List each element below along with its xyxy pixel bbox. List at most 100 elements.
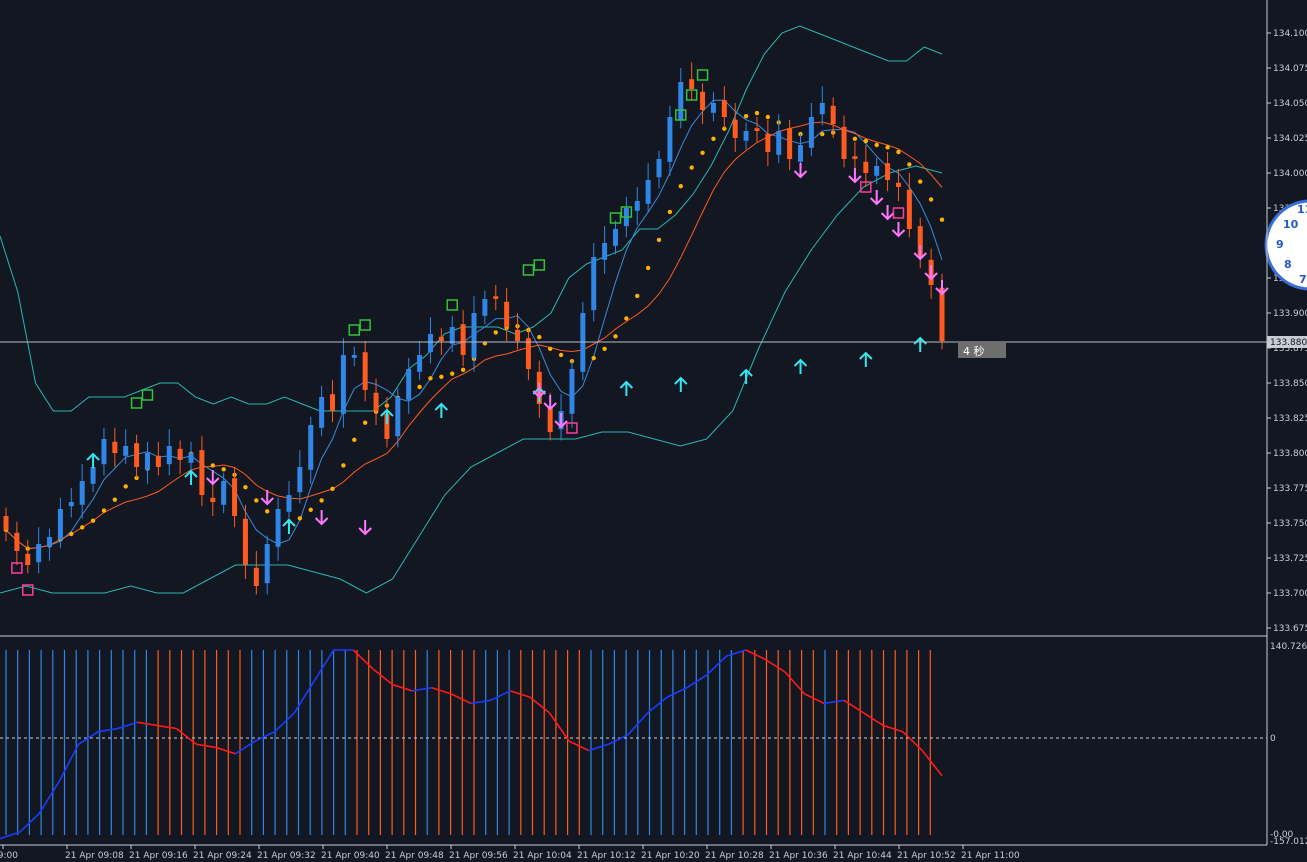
price-tick-label: 133.850 <box>1273 379 1307 389</box>
chart-background <box>0 0 1307 862</box>
candle-body <box>438 336 444 341</box>
svg-text:9: 9 <box>1276 238 1284 251</box>
ma-dot <box>656 237 662 243</box>
time-tick-label: 21 Apr 10:04 <box>513 851 572 861</box>
ma-dot <box>678 184 683 189</box>
ma-dot <box>90 518 96 523</box>
ma-dot <box>896 149 901 155</box>
ma-dot <box>537 334 542 340</box>
price-tick-label: 133.675 <box>1273 624 1307 634</box>
ma-dot <box>689 165 694 170</box>
candle-body <box>101 439 107 465</box>
candle-body <box>123 446 129 456</box>
candle-body <box>47 537 53 547</box>
ma-dot <box>613 334 618 339</box>
ma-dot <box>591 355 596 361</box>
candle-body <box>493 296 499 299</box>
candle-body <box>112 441 118 453</box>
ma-dot <box>624 316 629 321</box>
svg-text:11: 11 <box>1297 203 1307 216</box>
time-tick-label: 21 Apr 09:16 <box>129 851 188 861</box>
price-tick-label: 134.000 <box>1273 169 1307 179</box>
ma-dot <box>112 497 118 502</box>
price-tick-label: 133.775 <box>1273 484 1307 494</box>
ma-dot <box>330 486 335 491</box>
ma-dot <box>352 437 357 442</box>
ma-dot <box>700 150 705 155</box>
ma-dot <box>308 507 313 512</box>
candle-body <box>68 502 74 507</box>
candle-body <box>90 467 96 484</box>
candle-body <box>297 467 303 493</box>
ma-dot <box>743 114 749 119</box>
candle-body <box>515 329 521 341</box>
time-tick-label: 21 Apr 09:24 <box>193 851 252 861</box>
time-tick-label: 21 Apr 10:12 <box>577 851 636 861</box>
candle-body <box>144 453 150 470</box>
price-tick-label: 133.750 <box>1273 519 1307 529</box>
ma-dot <box>319 498 324 503</box>
candle-body <box>427 334 433 353</box>
ma-dot <box>450 371 455 376</box>
candle-body <box>319 397 325 428</box>
price-tick-label: 133.700 <box>1273 589 1307 599</box>
candlestick-chart[interactable]: 134.100 134.075 134.050 134.025 134.000 133.9… <box>0 0 1307 862</box>
candle-body <box>264 544 270 584</box>
ma-dot <box>69 531 74 537</box>
candle-body <box>645 180 651 204</box>
time-tick-label: 21 Apr 09:08 <box>65 851 124 861</box>
ma-dot <box>852 136 858 141</box>
ma-dot <box>417 384 422 390</box>
candle-body <box>36 544 42 563</box>
candle-body <box>732 119 738 138</box>
current-price-label: 133.880 <box>1270 338 1307 348</box>
time-tick-label: 21 Apr 09:56 <box>449 851 508 861</box>
ma-dot <box>493 330 498 335</box>
candle-body <box>787 128 793 159</box>
ma-dot <box>939 217 945 222</box>
candle-body <box>721 100 727 117</box>
ma-dot <box>547 346 553 351</box>
candle-body <box>232 478 238 516</box>
time-tick-label: 21 Apr 10:52 <box>897 851 956 861</box>
candle-body <box>547 406 553 432</box>
svg-text:10: 10 <box>1283 218 1299 231</box>
candle-body <box>406 369 412 400</box>
ma-dot <box>254 498 259 503</box>
time-tick-label: 21 Apr 09:32 <box>257 851 316 861</box>
candle-body <box>841 126 847 159</box>
ma-dot <box>885 145 890 150</box>
ma-dot <box>79 525 85 530</box>
candle-body <box>275 509 281 547</box>
candle-body <box>14 532 20 551</box>
price-tick-label: 134.050 <box>1273 99 1307 109</box>
candle-body <box>602 243 608 260</box>
time-tick-label: 21 Apr 09:40 <box>321 851 380 861</box>
candle-body <box>885 163 891 180</box>
oscillator-zero-label: 0 <box>1270 734 1276 744</box>
time-tick-label: 21 Apr 10:20 <box>641 851 700 861</box>
candle-body <box>656 159 662 178</box>
candle-body <box>700 91 706 110</box>
candle-body <box>710 103 716 113</box>
time-tick-label: 21 Apr 09:48 <box>385 851 444 861</box>
candle-body <box>678 82 684 120</box>
svg-text:8: 8 <box>1284 258 1292 271</box>
oscillator-max-label: 140.7262 <box>1270 642 1307 652</box>
oscillator-corner-label: -157.012 <box>1270 837 1307 847</box>
ma-dot <box>243 485 248 490</box>
time-tick-label: 21 Apr 10:44 <box>833 851 892 861</box>
candle-body <box>155 455 161 467</box>
candle-body <box>210 497 216 502</box>
candle-body <box>612 229 618 246</box>
ma-dot <box>635 293 640 299</box>
ma-dot <box>928 197 934 202</box>
price-tick-label: 133.825 <box>1273 414 1307 424</box>
ma-dot <box>667 209 673 215</box>
ma-dot <box>918 179 923 184</box>
candle-body <box>57 509 63 540</box>
candle-body <box>449 327 455 344</box>
candle-body <box>482 299 488 316</box>
candle-body <box>830 105 836 124</box>
candle-body <box>340 355 346 414</box>
